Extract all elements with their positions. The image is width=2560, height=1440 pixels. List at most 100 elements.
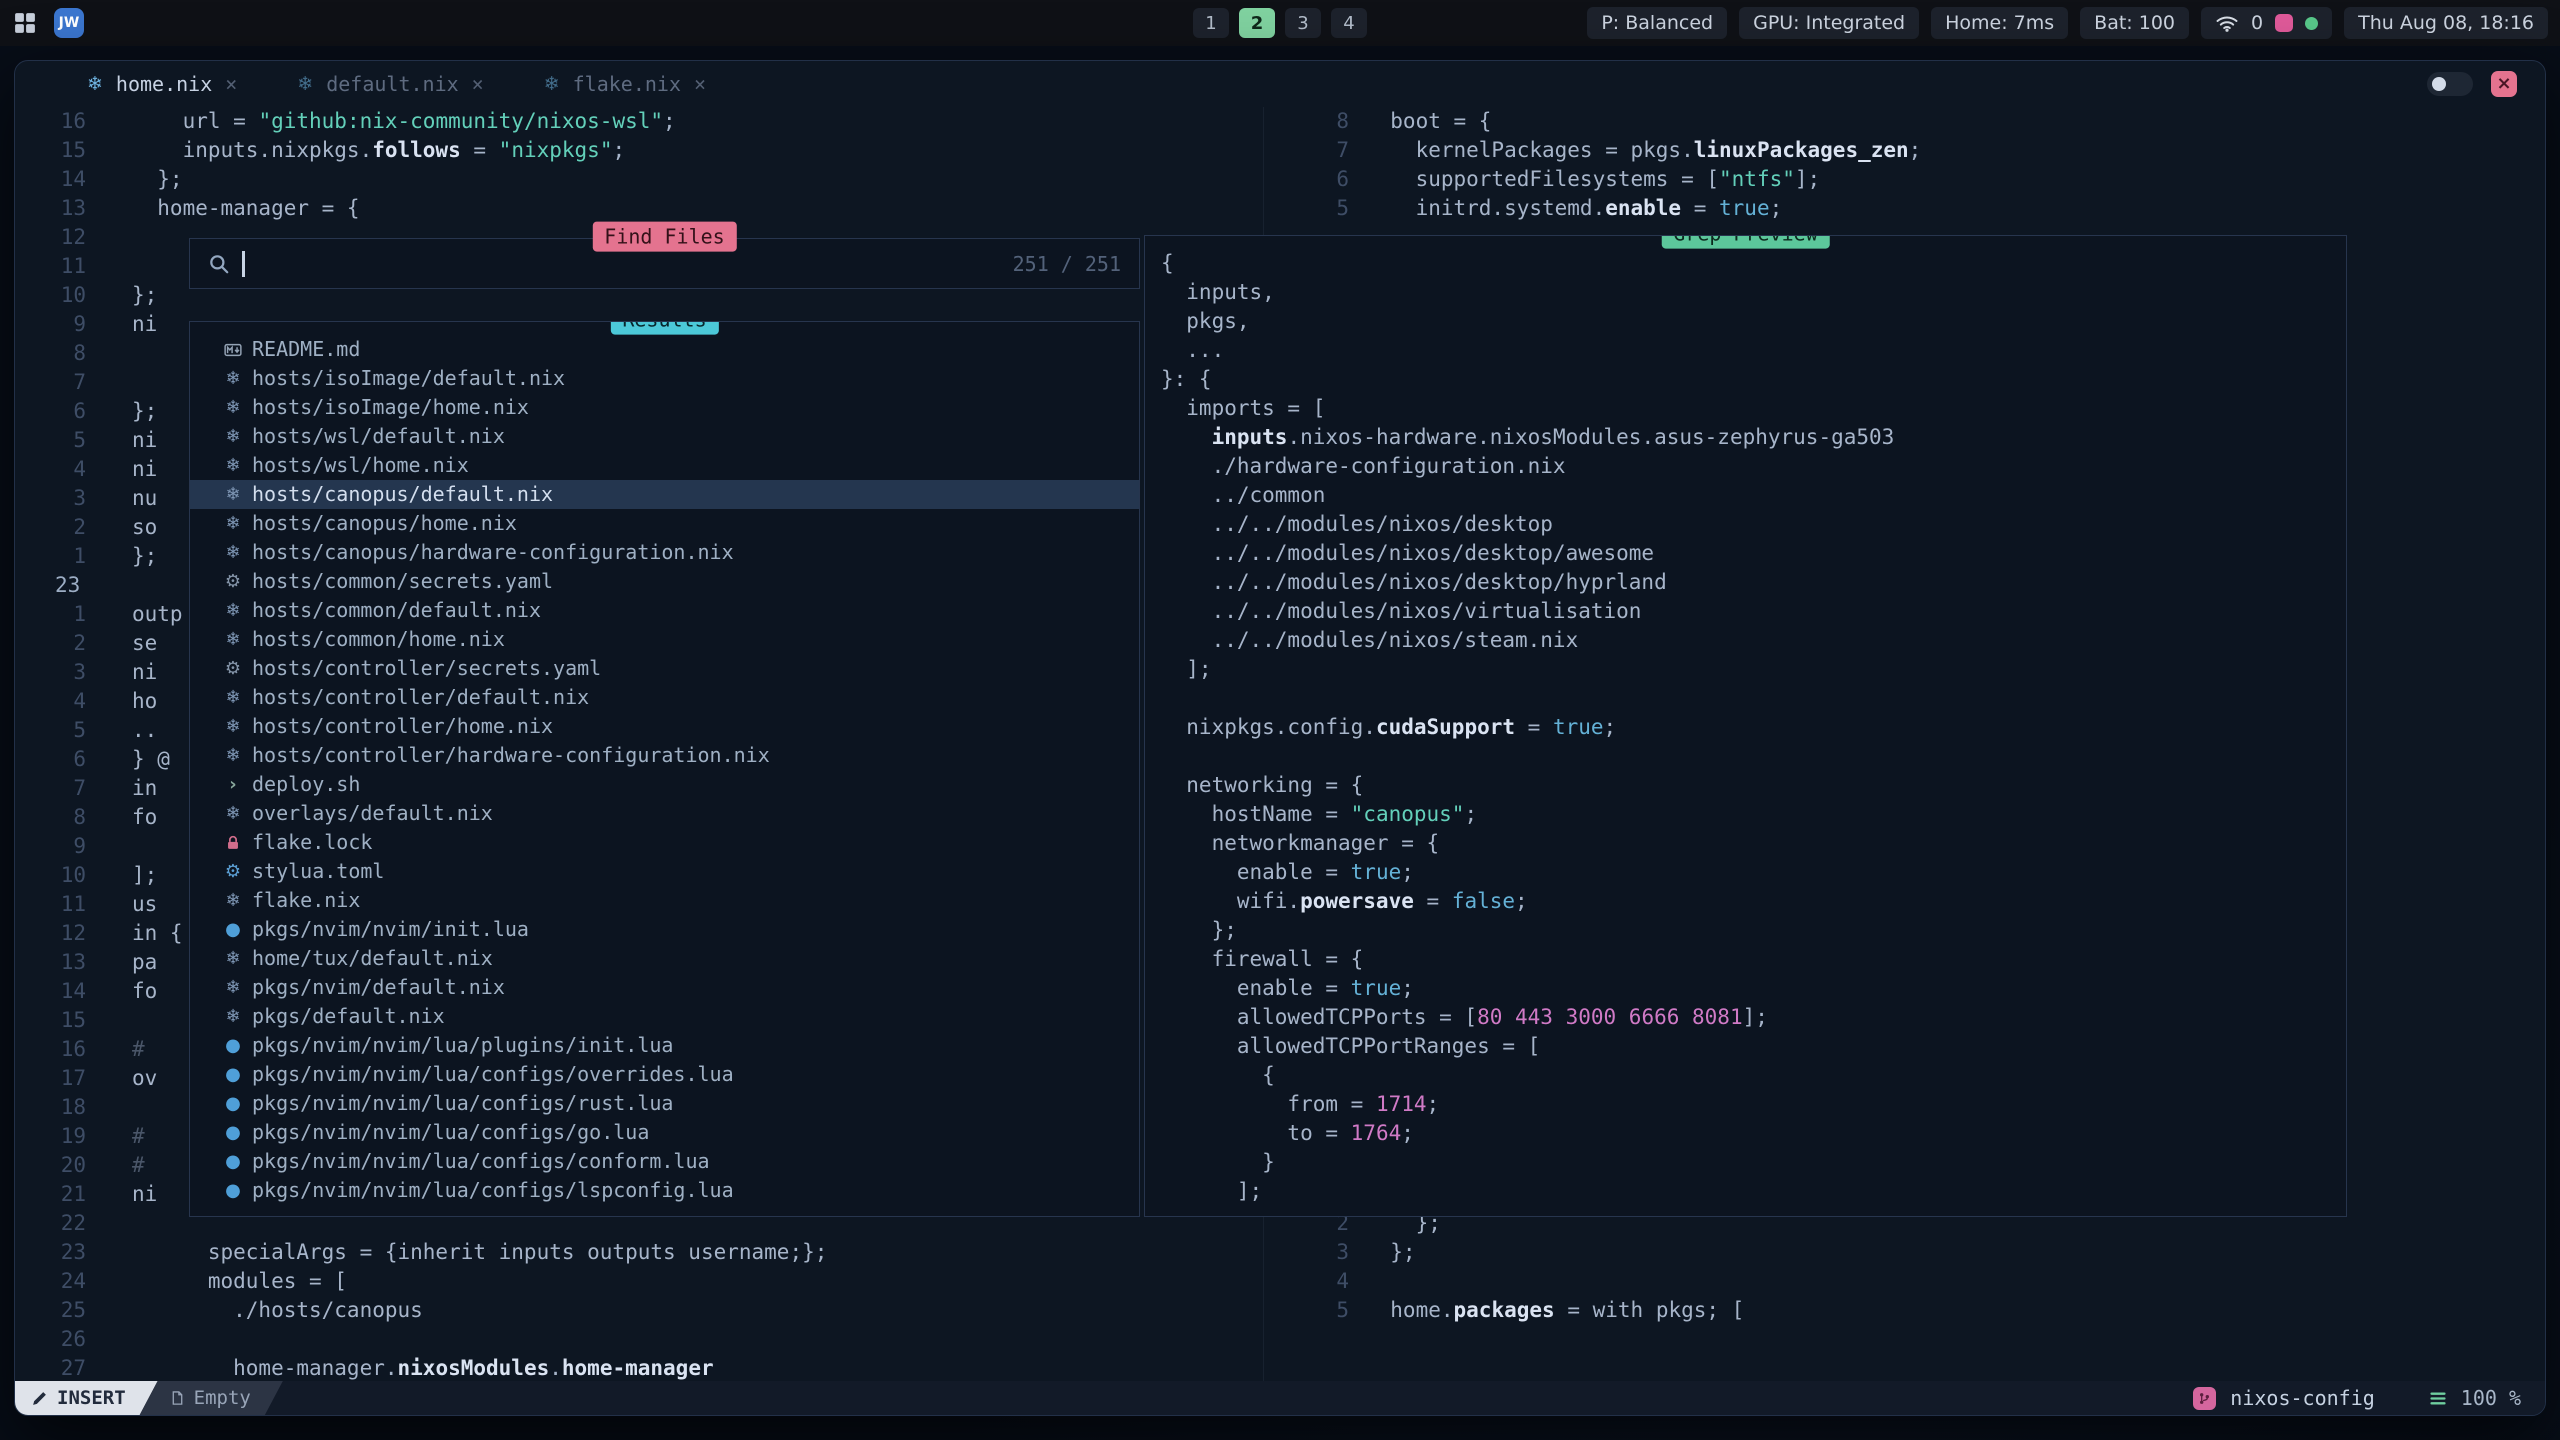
code-line: enable = true;	[1161, 974, 2346, 1003]
workspace-2[interactable]: 2	[1239, 8, 1275, 38]
finder-result-row[interactable]: ❄hosts/wsl/home.nix	[190, 451, 1139, 480]
finder-result-row[interactable]: ⚙stylua.toml	[190, 857, 1139, 886]
finder-result-row[interactable]: ●pkgs/nvim/nvim/lua/plugins/init.lua	[190, 1031, 1139, 1060]
code-line: 5 initrd.systemd.enable = true;	[1255, 194, 2545, 223]
recorder-indicator-icon[interactable]	[2275, 14, 2293, 32]
nix-icon: ❄	[218, 596, 248, 625]
code-line: ../../modules/nixos/virtualisation	[1161, 597, 2346, 626]
code-line: }	[1161, 1148, 2346, 1177]
notification-count[interactable]: 0	[2251, 12, 2263, 34]
workspace-1[interactable]: 1	[1193, 8, 1229, 38]
finder-result-row[interactable]: README.md	[190, 335, 1139, 364]
statusline-right: nixos-config 100 %	[2193, 1386, 2545, 1410]
finder-result-label: flake.lock	[252, 828, 372, 857]
code-line: 16 url = "github:nix-community/nixos-wsl…	[15, 107, 1255, 136]
finder-result-row[interactable]: ❄hosts/common/default.nix	[190, 596, 1139, 625]
file-status-label: Empty	[194, 1387, 251, 1409]
finder-result-row[interactable]: ●pkgs/nvim/nvim/lua/configs/go.lua	[190, 1118, 1139, 1147]
tab-label: default.nix	[326, 72, 458, 96]
finder-result-row[interactable]: ⚙hosts/controller/secrets.yaml	[190, 654, 1139, 683]
nix-icon: ❄	[218, 944, 248, 973]
statusline: INSERT Empty nixos-config 100 %	[15, 1381, 2545, 1415]
nix-icon: ❄	[218, 509, 248, 538]
workspaces: 1 2 3 4	[1193, 8, 1367, 38]
tab-flake-nix[interactable]: ❄ flake.nix ×	[544, 72, 706, 96]
code-line: 5 home.packages = with pkgs; [	[1255, 1296, 2545, 1325]
finder-result-label: hosts/common/home.nix	[252, 625, 505, 654]
finder-result-row[interactable]: ❄overlays/default.nix	[190, 799, 1139, 828]
finder-result-row[interactable]: ❄pkgs/nvim/default.nix	[190, 973, 1139, 1002]
window-toggle[interactable]	[2427, 72, 2473, 96]
finder-result-row[interactable]: ❄flake.nix	[190, 886, 1139, 915]
code-line: nixpkgs.config.cudaSupport = true;	[1161, 713, 2346, 742]
finder-result-row[interactable]: ❄hosts/isoImage/home.nix	[190, 393, 1139, 422]
finder-result-row[interactable]: ❄hosts/canopus/home.nix	[190, 509, 1139, 538]
finder-result-row[interactable]: ❄hosts/canopus/default.nix	[190, 480, 1139, 509]
mode-label: INSERT	[57, 1387, 126, 1409]
gpu-module[interactable]: GPU: Integrated	[1739, 7, 1919, 39]
nix-icon: ❄	[218, 973, 248, 1002]
battery-module[interactable]: Bat: 100	[2080, 7, 2189, 39]
code-line: ../../modules/nixos/desktop/awesome	[1161, 539, 2346, 568]
tab-close-icon[interactable]: ×	[225, 72, 237, 96]
nix-icon: ❄	[218, 422, 248, 451]
finder-result-row[interactable]: ❄hosts/common/home.nix	[190, 625, 1139, 654]
finder-result-row[interactable]: ⚙hosts/common/secrets.yaml	[190, 567, 1139, 596]
tab-default-nix[interactable]: ❄ default.nix ×	[297, 72, 483, 96]
wifi-icon[interactable]	[2215, 14, 2239, 32]
tab-home-nix[interactable]: ❄ home.nix ×	[87, 72, 237, 96]
power-profile-module[interactable]: P: Balanced	[1587, 7, 1727, 39]
finder-result-row[interactable]: ●pkgs/nvim/nvim/lua/configs/overrides.lu…	[190, 1060, 1139, 1089]
tab-close-icon[interactable]: ×	[694, 72, 706, 96]
terminal-window: ❄ home.nix × ❄ default.nix × ❄ flake.nix…	[14, 60, 2546, 1416]
finder-result-row[interactable]: flake.lock	[190, 828, 1139, 857]
window-close-button[interactable]: ×	[2491, 71, 2517, 97]
nix-icon: ❄	[218, 480, 248, 509]
code-line	[1161, 742, 2346, 771]
finder-result-row[interactable]: ❄home/tux/default.nix	[190, 944, 1139, 973]
finder-result-row[interactable]: ●pkgs/nvim/nvim/lua/configs/rust.lua	[190, 1089, 1139, 1118]
clock[interactable]: Thu Aug 08, 18:16	[2344, 7, 2548, 39]
code-line: 13 home-manager = {	[15, 194, 1255, 223]
desktop: JW 1 2 3 4 P: Balanced GPU: Integrated H…	[0, 0, 2560, 1440]
workspace-3[interactable]: 3	[1285, 8, 1321, 38]
code-line: 6 supportedFilesystems = ["ntfs"];	[1255, 165, 2545, 194]
code-line: 23 specialArgs = {inherit inputs outputs…	[15, 1238, 1255, 1267]
finder-result-label: hosts/isoImage/default.nix	[252, 364, 565, 393]
finder-result-label: hosts/controller/home.nix	[252, 712, 553, 741]
finder-result-row[interactable]: ›deploy.sh	[190, 770, 1139, 799]
finder-result-row[interactable]: ❄hosts/controller/home.nix	[190, 712, 1139, 741]
finder-result-label: pkgs/nvim/nvim/lua/configs/rust.lua	[252, 1089, 673, 1118]
app-launcher-icon[interactable]	[12, 10, 38, 36]
app-badge[interactable]: JW	[54, 8, 84, 38]
finder-result-row[interactable]: ●pkgs/nvim/nvim/init.lua	[190, 915, 1139, 944]
finder-result-label: home/tux/default.nix	[252, 944, 493, 973]
code-line: firewall = {	[1161, 945, 2346, 974]
workspace-4[interactable]: 4	[1331, 8, 1367, 38]
code-line: hostName = "canopus";	[1161, 800, 2346, 829]
code-line: allowedTCPPortRanges = [	[1161, 1032, 2346, 1061]
code-line: 4	[1255, 1267, 2545, 1296]
finder-search-input[interactable]: Find Files 251 / 251	[189, 238, 1140, 289]
finder-result-row[interactable]: ❄pkgs/default.nix	[190, 1002, 1139, 1031]
finder-result-row[interactable]: ●pkgs/nvim/nvim/lua/configs/lspconfig.lu…	[190, 1176, 1139, 1205]
tabbar: ❄ home.nix × ❄ default.nix × ❄ flake.nix…	[15, 61, 2545, 107]
code-line: ../common	[1161, 481, 2346, 510]
nix-icon: ❄	[218, 712, 248, 741]
tab-close-icon[interactable]: ×	[472, 72, 484, 96]
status-indicator-icon[interactable]	[2305, 17, 2318, 30]
code-line: 27 home-manager.nixosModules.home-manage…	[15, 1354, 1255, 1381]
code-line: 3 };	[1255, 1238, 2545, 1267]
ping-module[interactable]: Home: 7ms	[1931, 7, 2068, 39]
finder-result-row[interactable]: ❄hosts/canopus/hardware-configuration.ni…	[190, 538, 1139, 567]
finder-result-label: hosts/canopus/home.nix	[252, 509, 517, 538]
code-line: 7 kernelPackages = pkgs.linuxPackages_ze…	[1255, 136, 2545, 165]
finder-result-row[interactable]: ●pkgs/nvim/nvim/lua/configs/conform.lua	[190, 1147, 1139, 1176]
finder-result-label: pkgs/nvim/nvim/lua/configs/go.lua	[252, 1118, 649, 1147]
finder-result-label: hosts/wsl/home.nix	[252, 451, 469, 480]
finder-result-row[interactable]: ❄hosts/controller/default.nix	[190, 683, 1139, 712]
finder-result-row[interactable]: ❄hosts/isoImage/default.nix	[190, 364, 1139, 393]
nix-icon: ❄	[218, 741, 248, 770]
finder-result-row[interactable]: ❄hosts/controller/hardware-configuration…	[190, 741, 1139, 770]
finder-result-row[interactable]: ❄hosts/wsl/default.nix	[190, 422, 1139, 451]
